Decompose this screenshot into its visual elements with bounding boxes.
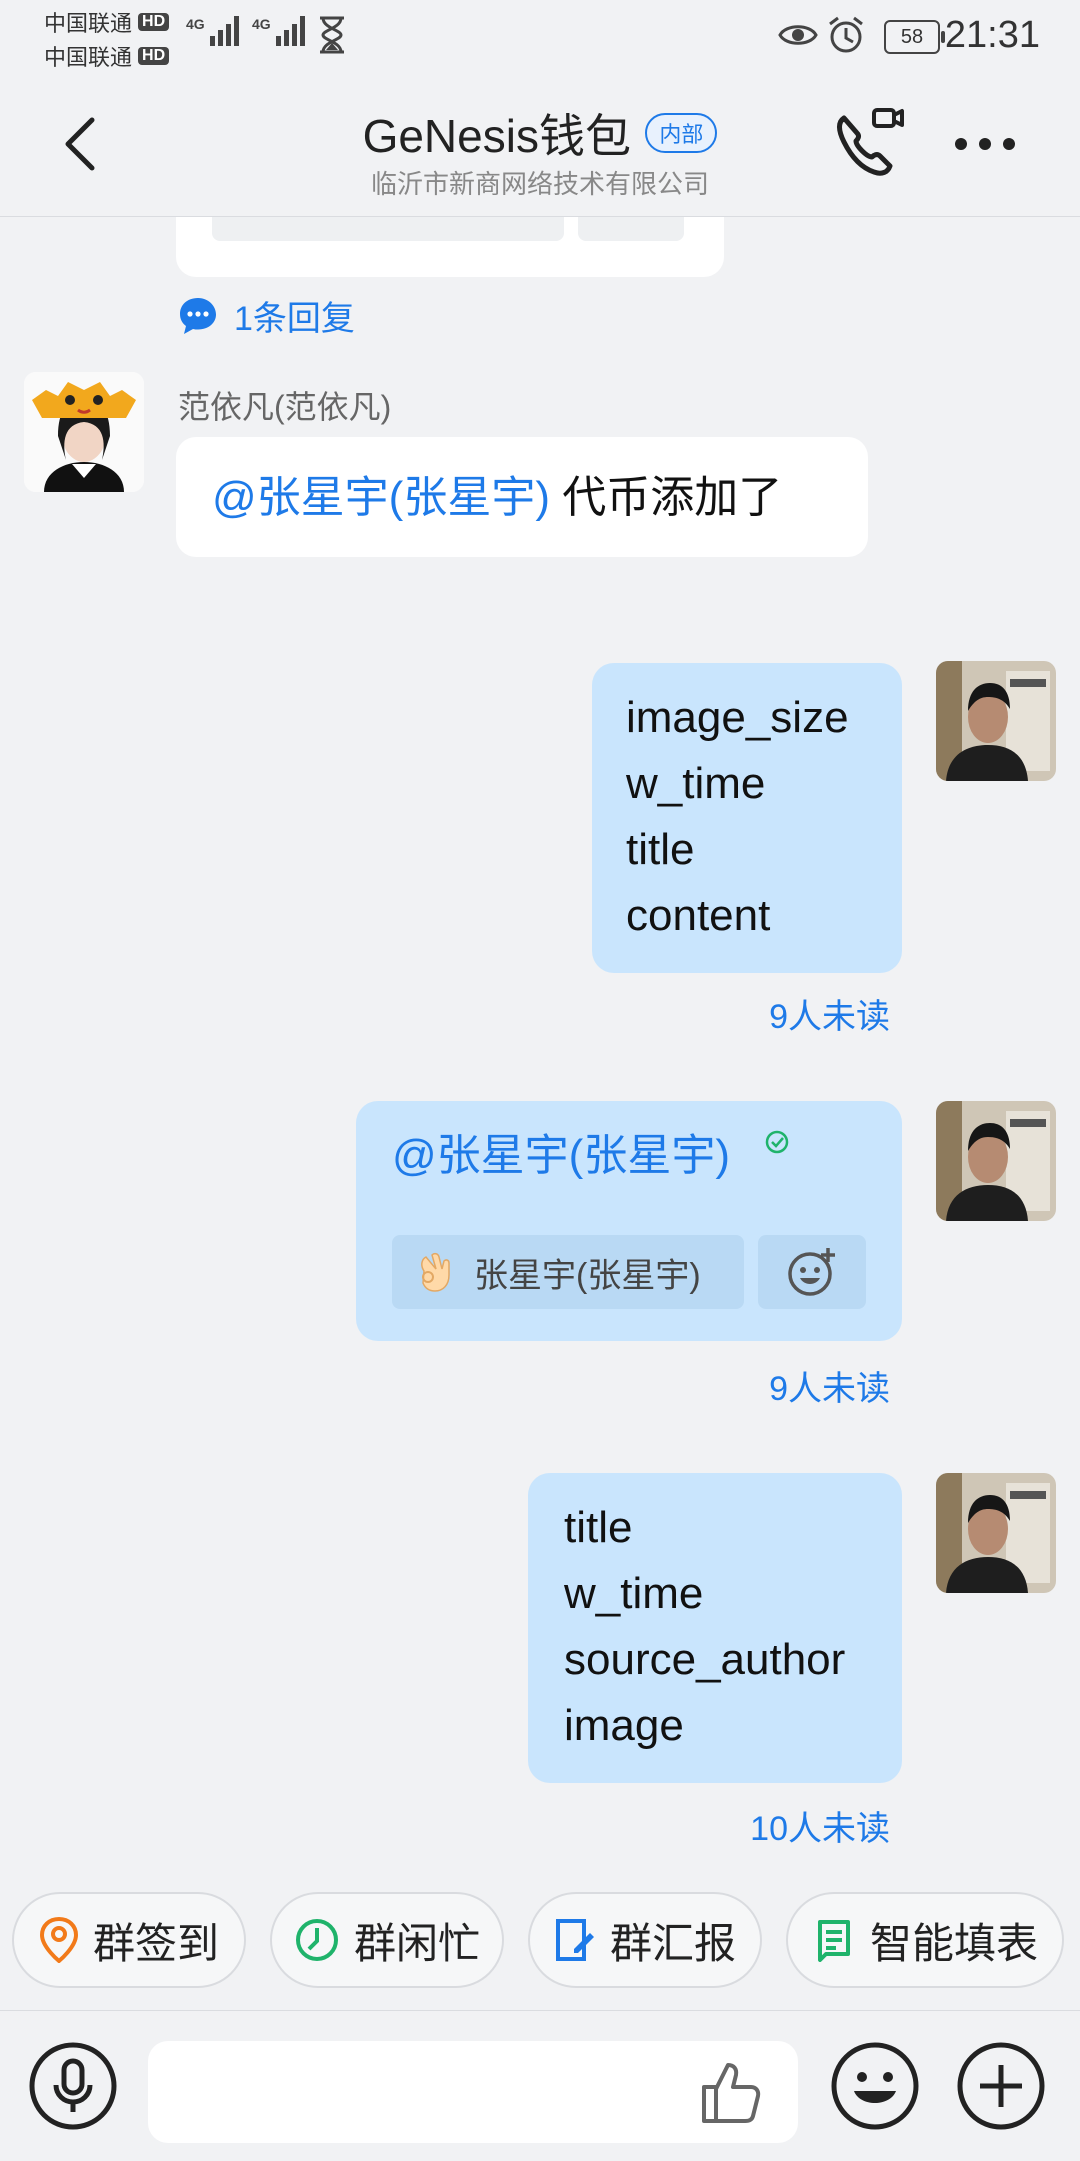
message-input[interactable] [148,2041,798,2143]
message-line: image [564,1701,684,1750]
self-avatar-photo [936,661,1056,781]
eye-icon [778,25,818,45]
hd-badge-2: HD [138,47,170,65]
message-line: content [626,891,771,940]
thumbs-up-icon[interactable] [696,2057,766,2127]
unread-count[interactable]: 10人未读 [750,1801,890,1850]
ok-hand-icon [421,1252,450,1292]
avatar-photo [24,372,144,492]
message-bubble[interactable]: @张星宇(张星宇) 代币添加了 [176,437,868,557]
mention-link[interactable]: @张星宇(张星宇) [392,1131,730,1180]
clock-icon [295,1919,338,1961]
chat-title: GeNesis钱包 [362,110,631,162]
add-icon[interactable] [956,2041,1046,2131]
report-edit-icon [555,1919,594,1961]
message-line: title [564,1503,633,1552]
carrier-1-label: 中国联通 [44,11,133,36]
report-button[interactable]: 群汇报 [528,1892,762,1988]
reply-bubble-icon [180,297,216,334]
self-avatar[interactable] [936,661,1056,781]
signal-icon: 4G [186,16,239,46]
previous-message-bubble[interactable] [176,217,724,277]
signal-icon-2: 4G [252,16,305,46]
message-text: image_size w_time title content [626,685,849,949]
avatar[interactable] [24,372,144,492]
self-avatar[interactable] [936,1473,1056,1593]
busy-status-label: 群闲忙 [353,1919,480,1967]
alarm-icon [829,16,863,53]
message-bubble[interactable]: title w_time source_author image [528,1473,902,1783]
message-line: w_time [564,1569,704,1618]
location-pin-icon [39,1917,78,1963]
thread-replies[interactable]: 1条回复 [178,291,355,340]
reply-count: 1条回复 [234,300,355,338]
unread-count[interactable]: 9人未读 [769,1361,890,1410]
more-icon[interactable] [955,138,1015,150]
chat-area[interactable]: 1条回复 范依凡(范依凡) @张星宇(张星宇) 代币添加了 image_size… [0,217,1080,1877]
add-reaction-button[interactable] [578,217,684,241]
chat-header: GeNesis钱包 内部 临沂市新商网络技术有限公司 [0,72,1080,217]
mention-link[interactable]: @张星宇(张星宇) [212,473,550,522]
carrier-1: 中国联通 HD [44,6,170,38]
checkin-label: 群签到 [92,1919,219,1967]
message-line: image_size [626,693,849,742]
hd-badge: HD [138,13,170,31]
carrier-2: 中国联通 HD [44,40,170,72]
video-call-icon[interactable] [830,104,910,184]
add-reaction-button[interactable] [758,1235,866,1309]
message-line: w_time [626,759,766,808]
reaction-chip[interactable]: 张星宇(张星宇) [392,1235,744,1309]
message-bubble[interactable]: @张星宇(张星宇) 张星宇(张星宇) [356,1101,902,1341]
emoji-icon[interactable] [830,2041,920,2131]
report-label: 群汇报 [609,1919,736,1967]
busy-status-button[interactable]: 群闲忙 [270,1892,504,1988]
self-avatar-photo [936,1473,1056,1593]
read-check-icon [765,1130,789,1154]
message-text: title w_time source_author image [564,1495,845,1759]
message-bubble[interactable]: image_size w_time title content [592,663,902,973]
message-body: 代币添加了 [549,473,783,522]
carrier-2-label: 中国联通 [44,45,133,70]
company-name: 临沂市新商网络技术有限公司 [370,169,709,199]
unread-count[interactable]: 9人未读 [769,989,890,1038]
reaction-chip[interactable] [212,217,564,241]
message-text: @张星宇(张星宇) 代币添加了 [212,465,782,531]
add-emoji-icon [788,1248,835,1296]
clock: 21:31 [944,14,1040,56]
smart-form-button[interactable]: 智能填表 [786,1892,1064,1988]
status-bar: 中国联通 HD 中国联通 HD 4G 4G 58 21:31 [0,0,1080,72]
hourglass-icon [320,16,344,54]
form-icon [817,1920,850,1962]
internal-badge: 内部 [645,113,718,153]
message-text: @张星宇(张星宇) [392,1123,730,1189]
self-avatar[interactable] [936,1101,1056,1221]
battery-icon: 58 [884,20,945,54]
microphone-icon[interactable] [28,2041,118,2131]
sender-name[interactable]: 范依凡(范依凡) [178,382,391,428]
smart-form-label: 智能填表 [869,1919,1038,1967]
checkin-button[interactable]: 群签到 [12,1892,246,1988]
chat-title-area[interactable]: GeNesis钱包 内部 [0,100,1080,166]
message-line: title [626,825,695,874]
reaction-user: 张星宇(张星宇) [474,1256,701,1295]
self-avatar-photo [936,1101,1056,1221]
composer-bar [0,2010,1080,2161]
message-line: source_author [564,1635,846,1684]
